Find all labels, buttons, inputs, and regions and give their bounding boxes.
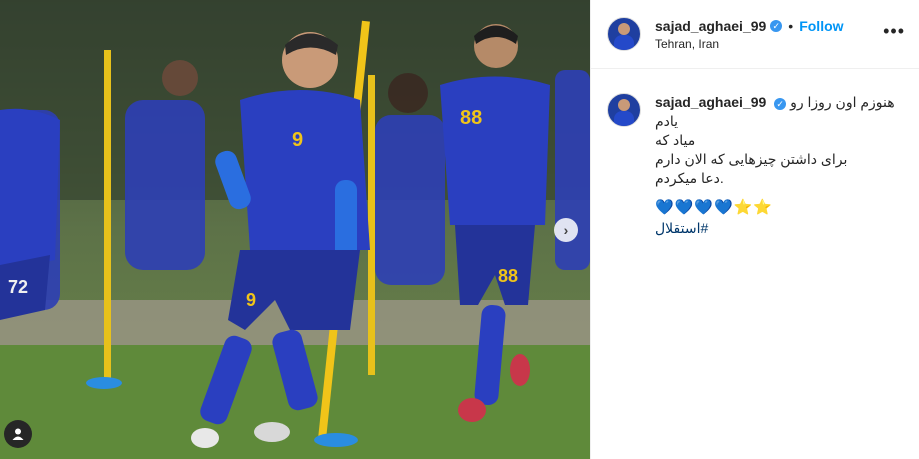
hashtag-link[interactable]: #استقلال <box>655 219 903 238</box>
header-info: sajad_aghaei_99 ✓ • Follow Tehran, Iran <box>655 18 844 51</box>
verified-badge-icon: ✓ <box>770 19 783 32</box>
post-side-panel: sajad_aghaei_99 ✓ • Follow Tehran, Iran … <box>590 0 919 459</box>
star-icon: ⭐⭐ <box>733 199 774 216</box>
caption: sajad_aghaei_99 ✓ هنوزم اون روزا رو یادم… <box>591 69 919 238</box>
jersey-number: 9 <box>292 129 303 151</box>
jersey-number: 88 <box>460 107 482 129</box>
blue-heart-icon: 💙💙💙💙 <box>655 199 734 216</box>
caption-line-3: برای داشتن چیزهایی که الان دارم <box>655 151 848 167</box>
post-header: sajad_aghaei_99 ✓ • Follow Tehran, Iran … <box>591 0 919 69</box>
follow-button[interactable]: Follow <box>799 18 843 34</box>
shorts-number: 88 <box>498 266 518 286</box>
caption-line-2: میاد که <box>655 132 696 148</box>
location-link[interactable]: Tehran, Iran <box>655 37 844 51</box>
avatar[interactable] <box>607 17 641 51</box>
instagram-post: 9 9 88 88 72 › sajad_aghaei_99 ✓ • Follo… <box>0 0 919 459</box>
verified-badge-icon: ✓ <box>774 98 787 110</box>
more-options-icon[interactable]: ••• <box>883 22 905 40</box>
separator: • <box>788 17 794 34</box>
user-tag-icon <box>12 428 24 440</box>
training-photo: 9 9 88 88 72 <box>0 0 590 459</box>
shorts-number: 9 <box>246 290 256 310</box>
tagged-users-button[interactable] <box>4 420 32 448</box>
header-line: sajad_aghaei_99 ✓ • Follow <box>655 18 844 34</box>
chevron-right-icon: › <box>563 222 569 238</box>
avatar[interactable] <box>607 93 641 127</box>
post-photo[interactable]: 9 9 88 88 72 › <box>0 0 590 459</box>
caption-line-4: .دعا میکردم <box>655 170 724 186</box>
next-photo-button[interactable]: › <box>554 218 578 242</box>
caption-emojis: 💙💙💙💙⭐⭐ <box>655 198 903 217</box>
training-pole <box>104 50 111 380</box>
shorts-number: 72 <box>8 277 28 297</box>
caption-username-link[interactable]: sajad_aghaei_99 <box>655 94 766 110</box>
caption-text: sajad_aghaei_99 ✓ هنوزم اون روزا رو یادم… <box>655 93 903 238</box>
caption-first-line: sajad_aghaei_99 ✓ هنوزم اون روزا رو یادم <box>655 93 903 131</box>
username-link[interactable]: sajad_aghaei_99 <box>655 18 766 34</box>
